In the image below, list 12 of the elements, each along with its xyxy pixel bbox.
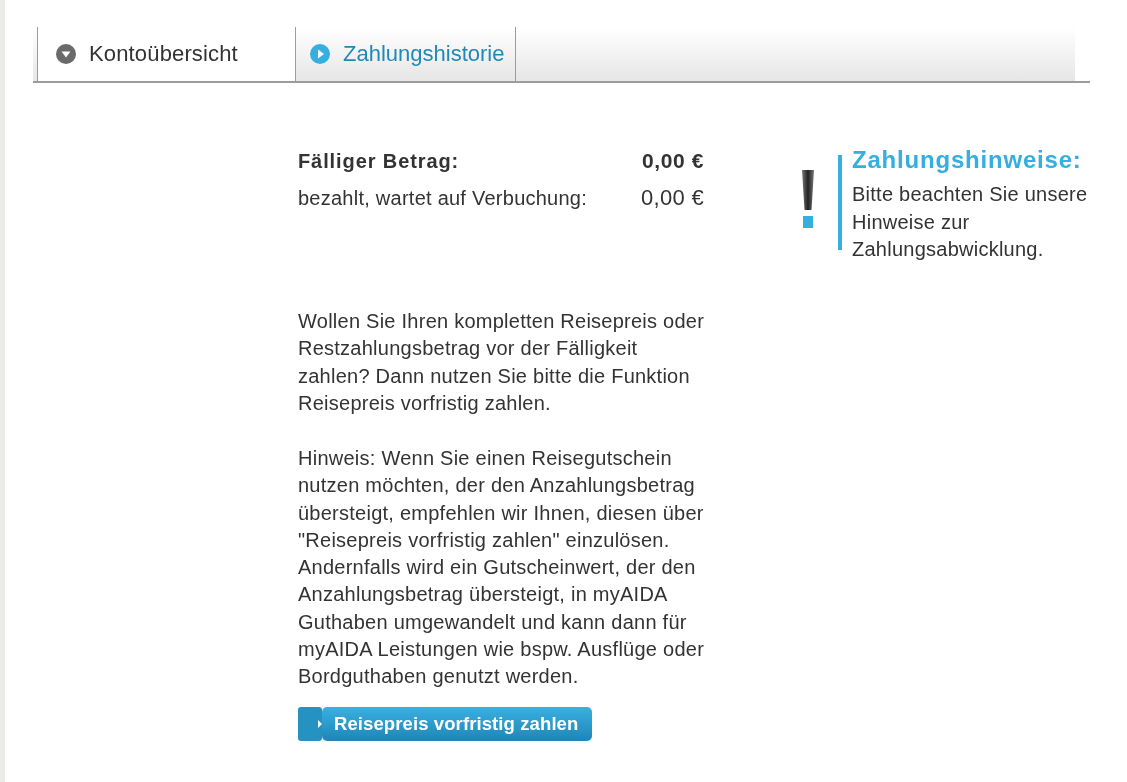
tab[interactable]: Zahlungshistorie — [295, 27, 516, 81]
notice-text: Bitte beachten Sie unsere Hinweise zur Zahlungsabwicklung. — [852, 182, 1089, 262]
info-paragraph: Hinweis: Wenn Sie einen Reisegutschein nutzen möchten, der den Anzahlungsbetrag übersteigt, empfehlen wir Ihnen, diesen über "Reisepreis vorfristig zahlen" einzulösen. Andernfalls wird ein Gutscheinwert, der den Anzahlungsbetrag übersteigt, in myAIDA Guthaben umgewandelt und kann dann für myAIDA Leistungen wie bspw. Ausflüge oder Bordguthaben genutzt werden. — [298, 446, 705, 689]
exclamation-icon — [800, 170, 816, 228]
amount-label: Fälliger Betrag: — [298, 149, 460, 173]
notice-title: Zahlungshinweise: — [852, 146, 1083, 174]
info-paragraph: Wollen Sie Ihren kompletten Reisepreis oder Restzahlungsbetrag vor der Fälligkeit zahlen? Dann nutzen Sie bitte die Funktion Reisepreis vorfristig zahlen. — [298, 309, 705, 416]
play-icon — [310, 44, 330, 64]
amount-value: 0,00 € — [641, 185, 704, 211]
amount-label: bezahlt, wartet auf Verbuchung: — [298, 186, 588, 210]
tab[interactable]: Kontoübersicht — [37, 27, 295, 81]
amount-value: 0,00 € — [642, 149, 704, 173]
